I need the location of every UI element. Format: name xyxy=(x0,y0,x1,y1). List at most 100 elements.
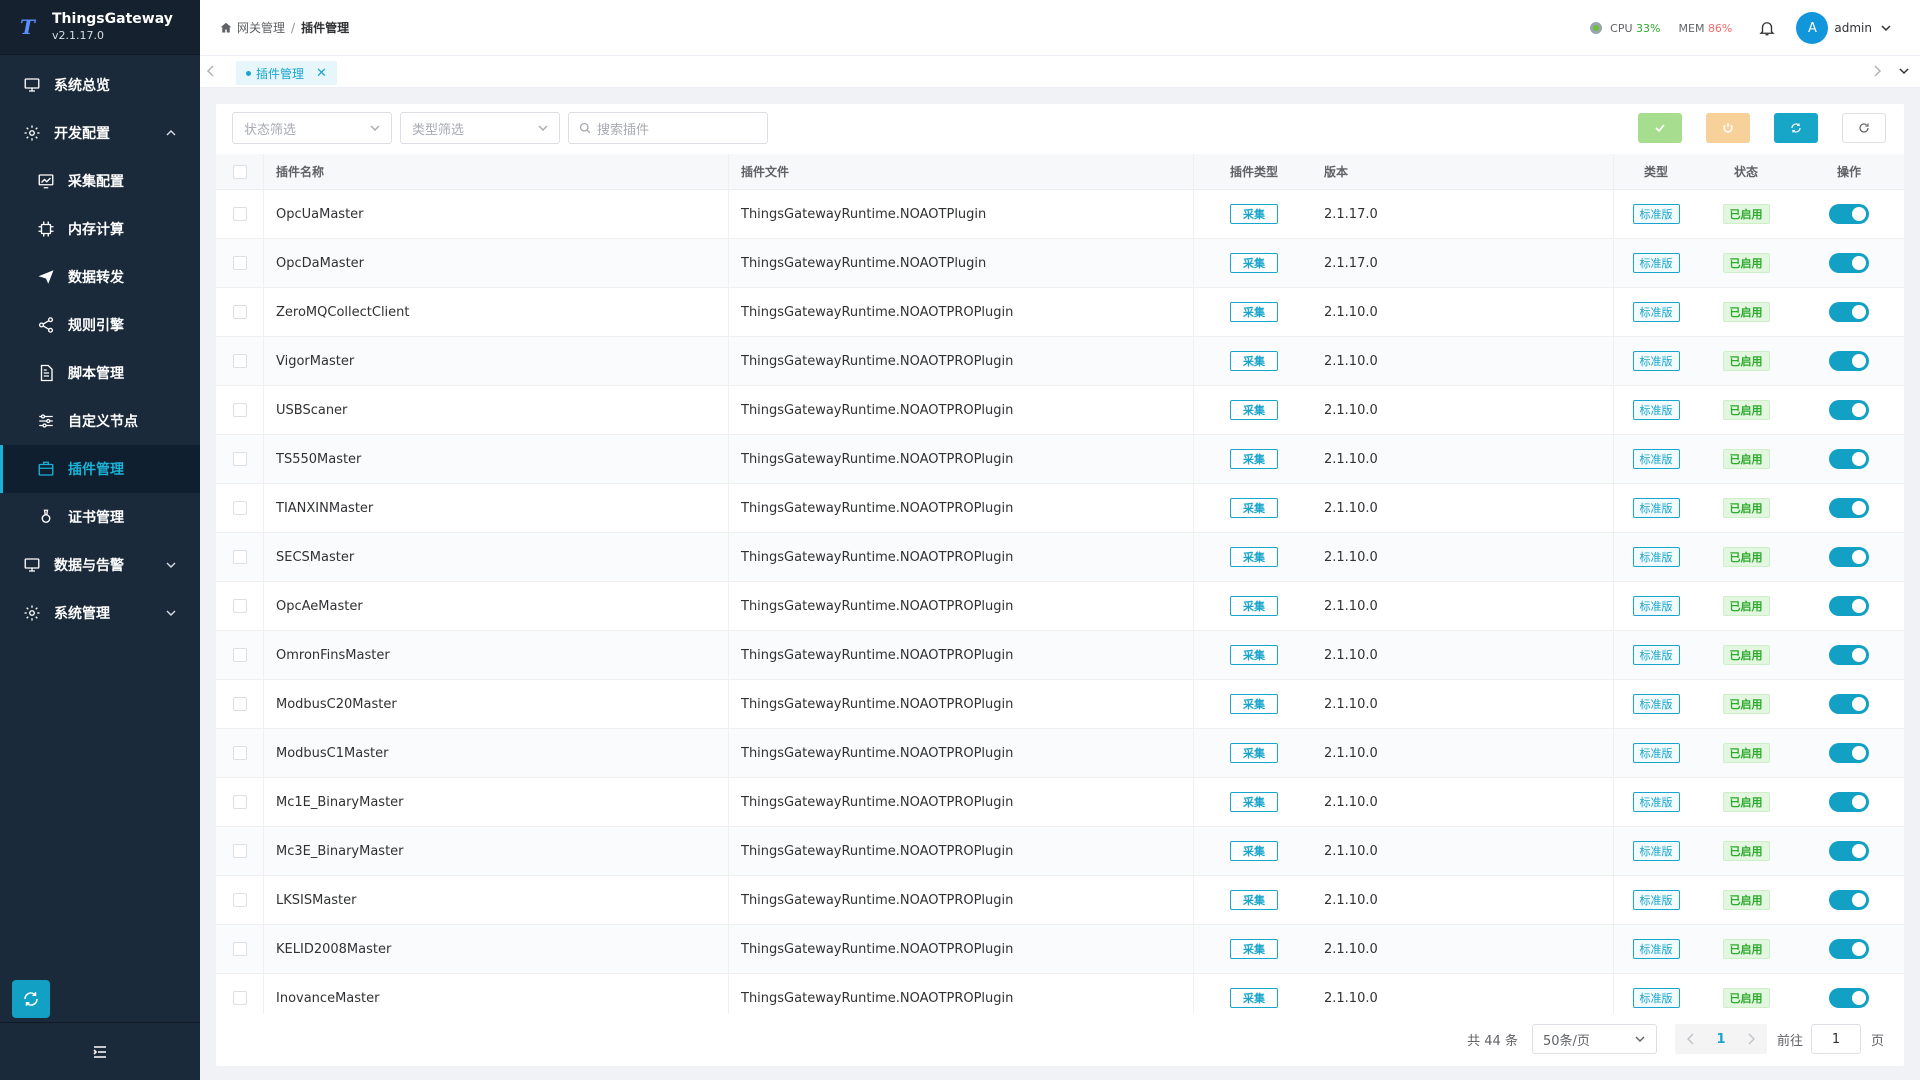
row-checkbox[interactable] xyxy=(232,746,247,760)
sidebar-item-7[interactable]: 自定义节点 xyxy=(0,397,200,445)
enable-toggle[interactable] xyxy=(1829,596,1869,616)
refresh-button[interactable] xyxy=(1842,113,1886,143)
row-checkbox[interactable] xyxy=(232,354,247,368)
plugin-version: 2.1.10.0 xyxy=(1314,533,1614,581)
sidebar-item-0[interactable]: 系统总览 xyxy=(0,61,200,109)
chevron-down-icon[interactable] xyxy=(1880,22,1892,34)
breadcrumb-home[interactable]: 网关管理 xyxy=(237,19,285,36)
enable-toggle[interactable] xyxy=(1829,400,1869,420)
sidebar-item-11[interactable]: 系统管理 xyxy=(0,589,200,637)
enable-toggle[interactable] xyxy=(1829,694,1869,714)
sidebar-item-8[interactable]: 插件管理 xyxy=(0,445,200,493)
enable-toggle[interactable] xyxy=(1829,204,1869,224)
sidebar-item-3[interactable]: 内存计算 xyxy=(0,205,200,253)
next-page-icon[interactable] xyxy=(1735,1024,1767,1054)
search-input[interactable]: 搜索插件 xyxy=(568,112,768,144)
row-checkbox[interactable] xyxy=(232,599,247,613)
goto-page-input[interactable]: 1 xyxy=(1810,1024,1861,1054)
column-header-file[interactable]: 插件文件 xyxy=(729,154,1194,189)
enable-toggle[interactable] xyxy=(1829,253,1869,273)
close-icon[interactable]: ✕ xyxy=(316,66,327,81)
brand[interactable]: T ThingsGateway v2.1.17.0 xyxy=(0,0,200,55)
status-badge: 已启用 xyxy=(1722,253,1770,273)
page-number[interactable]: 1 xyxy=(1707,1024,1735,1054)
plugin-name: USBScaner xyxy=(264,386,729,434)
row-checkbox[interactable] xyxy=(232,305,247,319)
column-header-type[interactable]: 类型 xyxy=(1614,154,1698,189)
enable-toggle[interactable] xyxy=(1829,645,1869,665)
sidebar-item-2[interactable]: 采集配置 xyxy=(0,157,200,205)
plugin-version: 2.1.10.0 xyxy=(1314,974,1614,1014)
menu-fold-icon xyxy=(93,1045,106,1058)
row-checkbox[interactable] xyxy=(232,697,247,711)
reload-plugins-button[interactable] xyxy=(1774,113,1818,143)
plugin-type-cell: 采集 xyxy=(1194,925,1314,973)
type-filter-select[interactable]: 类型筛选 xyxy=(400,112,560,144)
status-cell: 已启用 xyxy=(1698,288,1794,336)
tab-scroll-right-icon[interactable] xyxy=(1872,64,1882,82)
sidebar-item-label: 自定义节点 xyxy=(68,414,138,430)
type-cell: 标准版 xyxy=(1614,288,1698,336)
select-all-checkbox[interactable] xyxy=(232,164,247,179)
sidebar-item-1[interactable]: 开发配置 xyxy=(0,109,200,157)
sync-button[interactable] xyxy=(12,980,50,1018)
sidebar-item-6[interactable]: 脚本管理 xyxy=(0,349,200,397)
column-header-name[interactable]: 插件名称 xyxy=(264,154,729,189)
enable-toggle[interactable] xyxy=(1829,743,1869,763)
page-size-select[interactable]: 50条/页 xyxy=(1531,1024,1657,1054)
row-checkbox[interactable] xyxy=(232,501,247,515)
status-filter-select[interactable]: 状态筛选 xyxy=(232,112,392,144)
enable-toggle[interactable] xyxy=(1829,939,1869,959)
row-checkbox[interactable] xyxy=(232,403,247,417)
row-checkbox[interactable] xyxy=(232,991,247,1005)
enable-toggle[interactable] xyxy=(1829,547,1869,567)
enable-toggle[interactable] xyxy=(1829,351,1869,371)
tab-more-chevron-down-icon[interactable] xyxy=(1898,64,1910,82)
row-checkbox[interactable] xyxy=(232,648,247,662)
row-checkbox[interactable] xyxy=(232,256,247,270)
row-select-cell xyxy=(216,386,264,434)
type-cell: 标准版 xyxy=(1614,876,1698,924)
sidebar-item-label: 数据转发 xyxy=(68,270,124,286)
avatar[interactable]: A xyxy=(1796,12,1829,44)
table-row: ModbusC20Master ThingsGatewayRuntime.NOAO… xyxy=(216,680,1904,729)
row-checkbox[interactable] xyxy=(232,207,247,221)
row-checkbox[interactable] xyxy=(232,452,247,466)
status-cell: 已启用 xyxy=(1698,876,1794,924)
sidebar-item-9[interactable]: 证书管理 xyxy=(0,493,200,541)
row-checkbox[interactable] xyxy=(232,942,247,956)
column-header-status[interactable]: 状态 xyxy=(1698,154,1794,189)
plugin-type-tag: 采集 xyxy=(1230,743,1278,763)
disable-selected-button[interactable] xyxy=(1706,113,1750,143)
sidebar-item-4[interactable]: 数据转发 xyxy=(0,253,200,301)
column-header-plugin-type[interactable]: 插件类型 xyxy=(1194,154,1314,189)
status-cell: 已启用 xyxy=(1698,680,1794,728)
notification-bell-icon[interactable] xyxy=(1758,19,1776,37)
sidebar-item-10[interactable]: 数据与告警 xyxy=(0,541,200,589)
row-checkbox[interactable] xyxy=(232,893,247,907)
tab-plugin-management[interactable]: 插件管理 ✕ xyxy=(236,61,337,85)
plugin-type-cell: 采集 xyxy=(1194,729,1314,777)
enable-toggle[interactable] xyxy=(1829,841,1869,861)
enable-toggle[interactable] xyxy=(1829,890,1869,910)
enable-toggle[interactable] xyxy=(1829,988,1869,1008)
username[interactable]: admin xyxy=(1834,21,1872,35)
enable-toggle[interactable] xyxy=(1829,498,1869,518)
column-header-version[interactable]: 版本 xyxy=(1314,154,1614,189)
prev-page-icon[interactable] xyxy=(1675,1024,1707,1054)
tab-scroll-left-icon[interactable] xyxy=(206,64,216,82)
row-checkbox[interactable] xyxy=(232,795,247,809)
table-row: OpcAeMaster ThingsGatewayRuntime.NOAOTPRO… xyxy=(216,582,1904,631)
monitor-icon xyxy=(22,75,42,95)
enable-toggle[interactable] xyxy=(1829,302,1869,322)
collapse-sidebar-button[interactable] xyxy=(0,1022,200,1080)
type-cell: 标准版 xyxy=(1614,827,1698,875)
enable-toggle[interactable] xyxy=(1829,792,1869,812)
plugin-version: 2.1.10.0 xyxy=(1314,631,1614,679)
row-checkbox[interactable] xyxy=(232,550,247,564)
enable-toggle[interactable] xyxy=(1829,449,1869,469)
enable-selected-button[interactable] xyxy=(1638,113,1682,143)
sidebar-item-5[interactable]: 规则引擎 xyxy=(0,301,200,349)
row-checkbox[interactable] xyxy=(232,844,247,858)
search-placeholder: 搜索插件 xyxy=(597,122,650,138)
